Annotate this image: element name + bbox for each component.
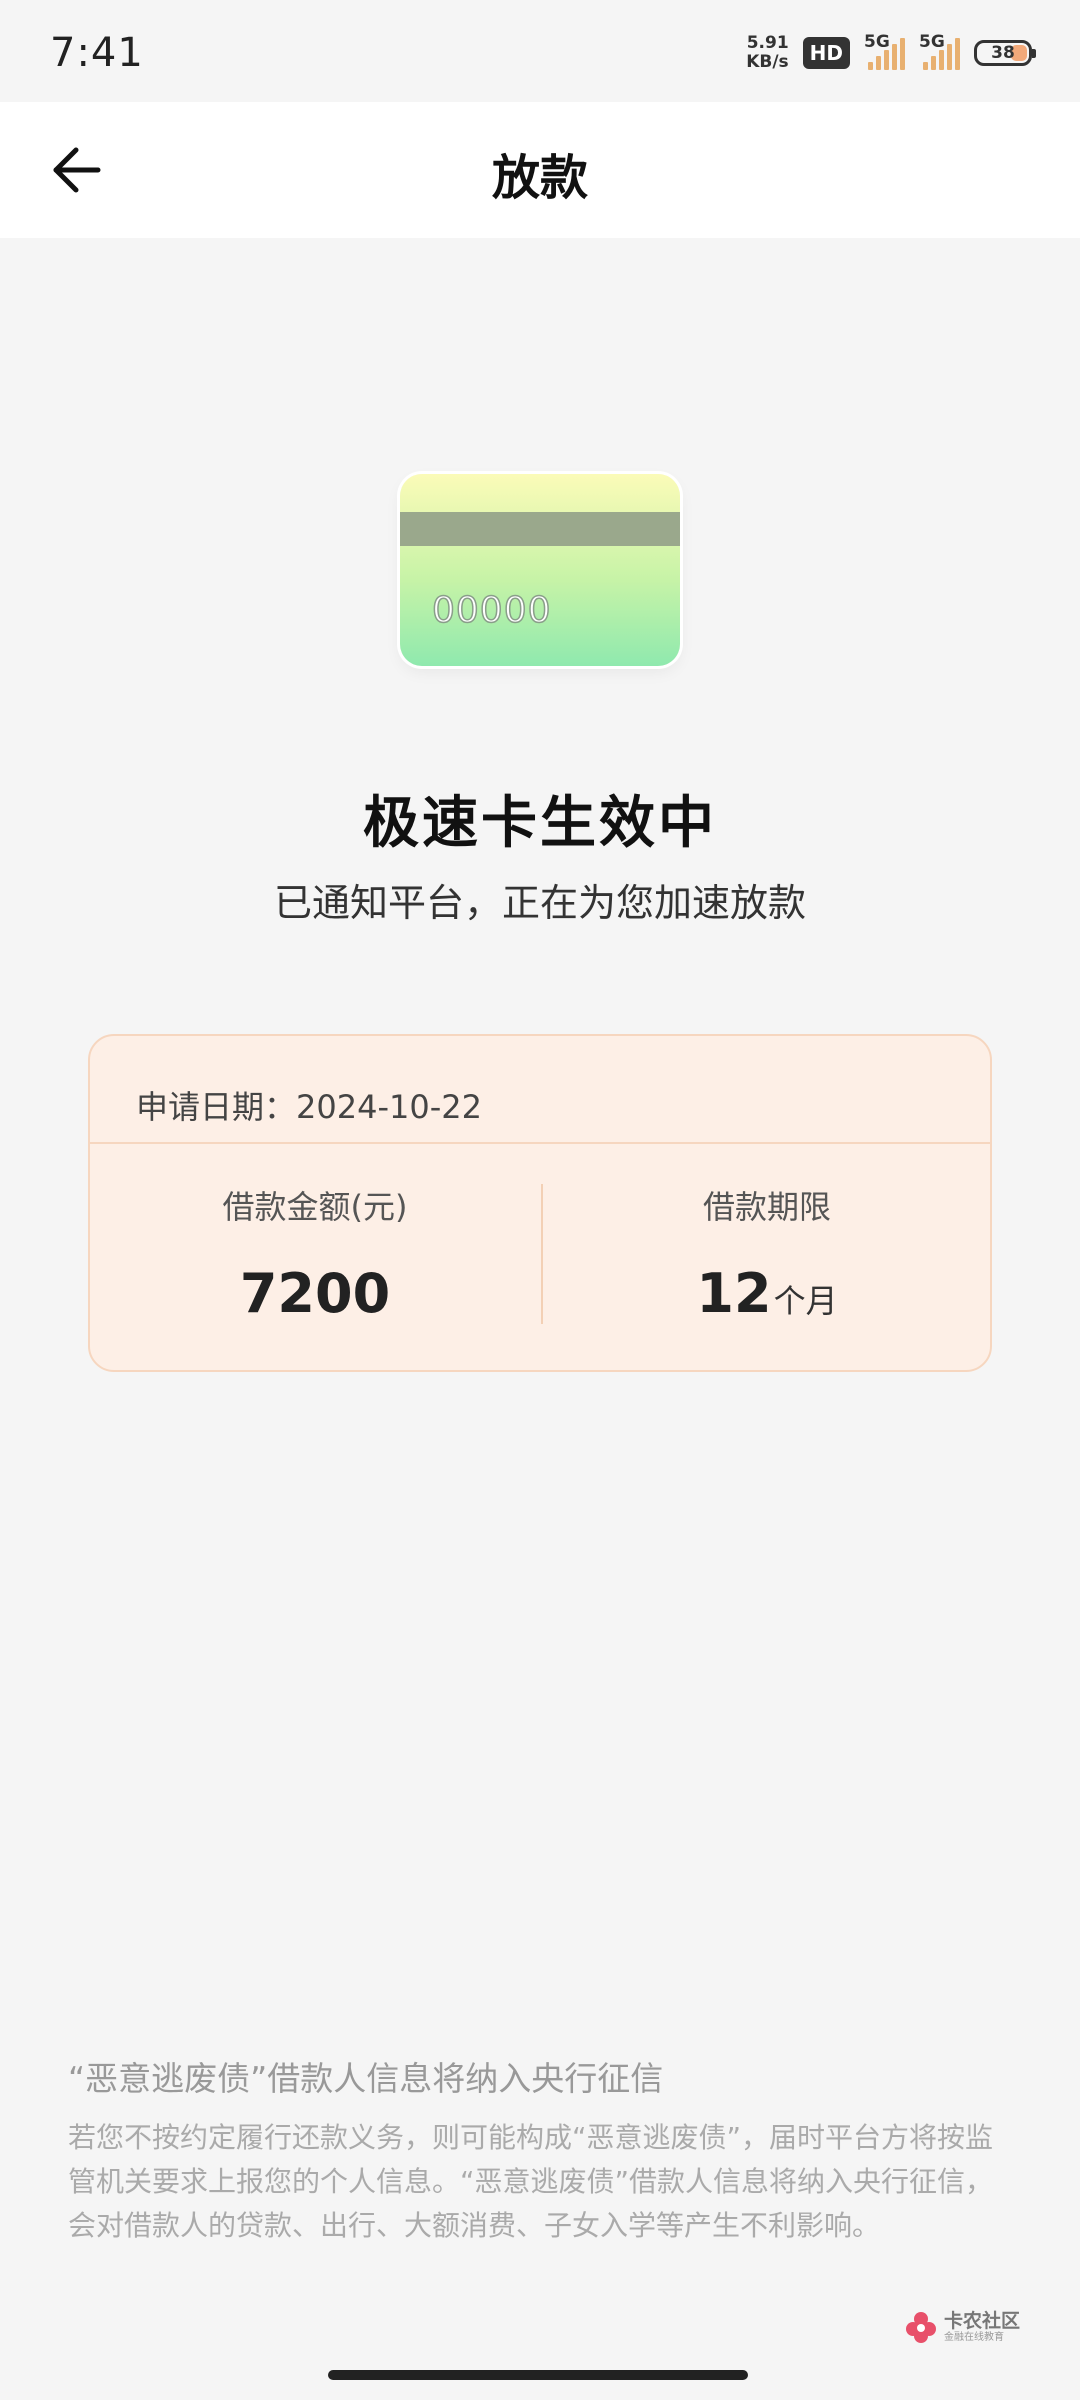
home-indicator[interactable]	[328, 2370, 748, 2380]
nav-bar: 放款	[0, 102, 1080, 238]
hd-voice-icon: HD	[802, 37, 850, 69]
loan-term-value: 12个月	[542, 1262, 992, 1325]
credit-notice-body: 若您不按约定履行还款义务，则可能构成“恶意逃废债”，届时平台方将按监管机关要求上…	[68, 2121, 994, 2242]
loan-amount-number: 7200	[239, 1262, 391, 1325]
page-title: 放款	[491, 150, 588, 206]
hd-badge-label: HD	[809, 41, 843, 65]
battery-level: 38	[991, 43, 1015, 63]
watermark-name: 卡农社区	[943, 2310, 1020, 2332]
status-time: 7:41	[50, 30, 144, 76]
watermark-tagline: 金融在线教育	[943, 2332, 1004, 2343]
status-icons: 5.91 KB/s HD 5G 5G 38	[746, 32, 1036, 72]
loan-card-divider	[90, 1142, 990, 1144]
signal-strength-icon: 5G	[864, 32, 905, 70]
loan-amount-value: 7200	[90, 1262, 540, 1325]
network-speed-value: 5.91	[746, 33, 789, 53]
battery-icon: 38	[974, 40, 1036, 66]
signal-strength-icon-2: 5G	[919, 32, 960, 70]
status-headline: 极速卡生效中	[363, 791, 717, 856]
card-number: 00000	[431, 589, 552, 632]
flower-logo-icon	[905, 2312, 936, 2343]
loan-term-section: 借款期限 12个月	[542, 1182, 992, 1325]
signal-label: 5G	[864, 32, 890, 52]
loan-amount-section: 借款金额(元) 7200	[90, 1182, 540, 1325]
loan-term-number: 12	[696, 1262, 772, 1325]
network-speed: 5.91 KB/s	[746, 34, 788, 72]
loan-info-card: 申请日期：2024-10-22 借款金额(元) 7200 借款期限 12个月	[88, 1034, 992, 1372]
bank-card-illustration: 00000	[400, 474, 680, 666]
watermark-logo: 卡农社区 金融在线教育	[904, 2310, 1020, 2344]
loan-amount-label: 借款金额(元)	[222, 1188, 408, 1226]
signal-label-2: 5G	[919, 32, 945, 52]
application-date: 申请日期：2024-10-22	[136, 1088, 482, 1126]
status-bar: 7:41 5.91 KB/s HD 5G 5G 38	[0, 0, 1080, 102]
credit-notice-title: “恶意逃废债”借款人信息将纳入央行征信	[68, 2059, 664, 2098]
card-stripe	[400, 512, 680, 546]
network-speed-unit: KB/s	[746, 52, 789, 72]
loan-term-unit: 个月	[773, 1282, 838, 1320]
loan-term-label: 借款期限	[702, 1188, 831, 1226]
status-subline: 已通知平台，正在为您加速放款	[273, 881, 806, 925]
